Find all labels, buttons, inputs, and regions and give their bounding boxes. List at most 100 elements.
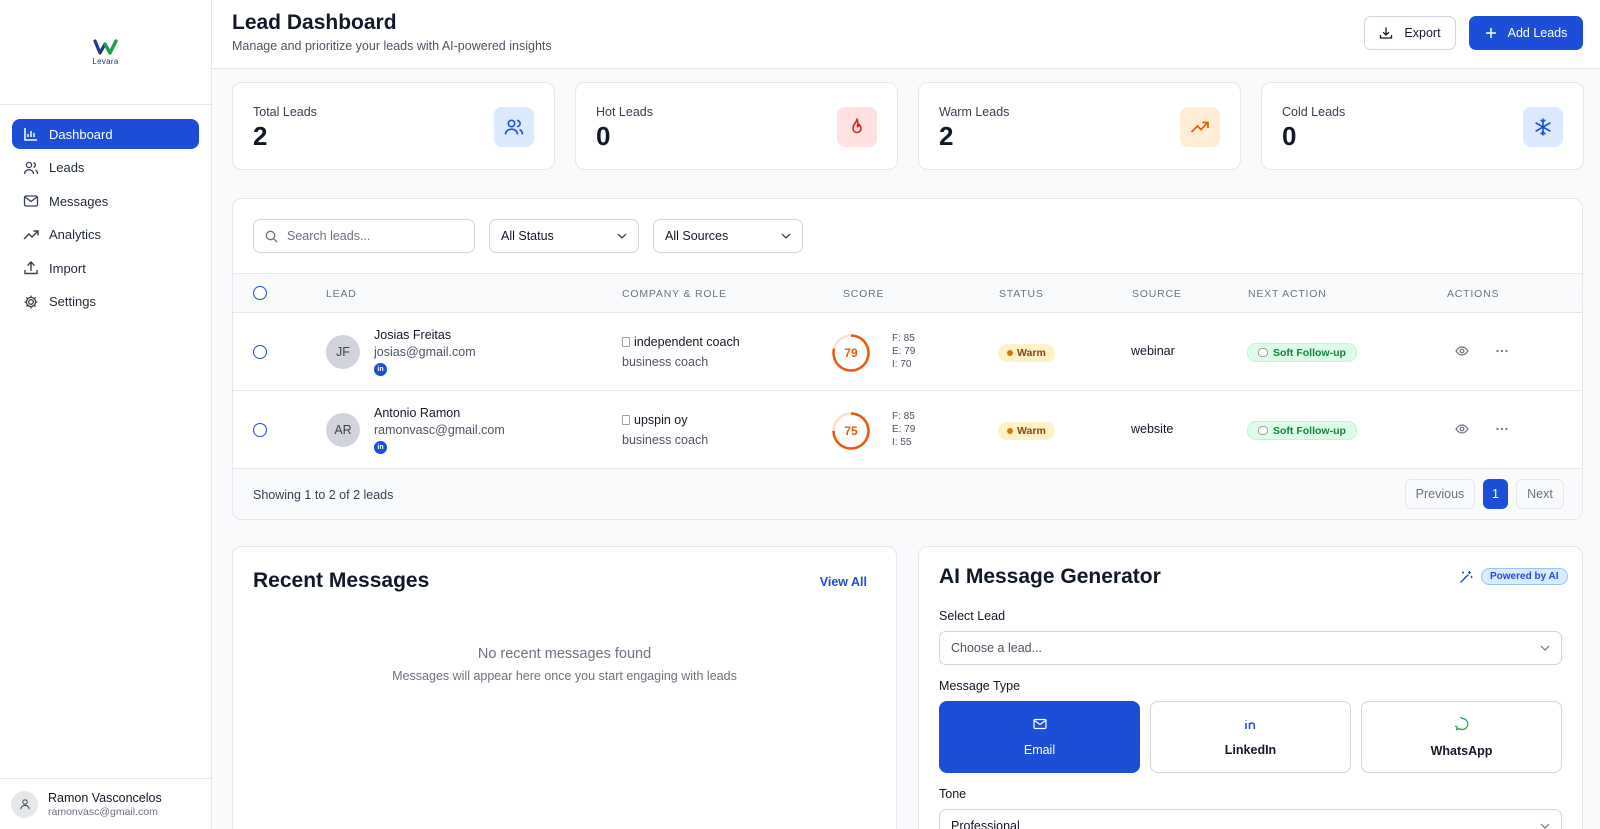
empty-state-subtitle: Messages will appear here once you start… — [392, 669, 737, 683]
chat-icon — [1454, 716, 1469, 731]
select-lead-label: Select Lead — [939, 609, 1006, 623]
table-row[interactable]: AR Antonio Ramon ramonvasc@gmail.com in … — [233, 391, 1582, 469]
logo-text: Levara — [92, 57, 119, 66]
view-eye-icon[interactable] — [1455, 344, 1469, 363]
message-type-whatsapp[interactable]: WhatsApp — [1361, 701, 1562, 773]
chevron-down-icon — [781, 233, 791, 239]
lead-source: website — [1131, 422, 1174, 436]
search-box[interactable] — [253, 219, 475, 253]
sidebar-item-import[interactable]: Import — [12, 253, 199, 283]
page-title: Lead Dashboard — [232, 11, 397, 34]
next-action-badge[interactable]: Soft Follow-up — [1247, 343, 1357, 362]
lead-email: ramonvasc@gmail.com — [374, 423, 505, 437]
message-type-label: Email — [1023, 742, 1056, 757]
stat-card-total: Total Leads 2 — [232, 82, 555, 170]
gear-icon — [23, 294, 39, 310]
next-action-badge[interactable]: Soft Follow-up — [1247, 421, 1357, 440]
plus-icon — [1485, 27, 1497, 39]
linkedin-icon — [1244, 718, 1258, 730]
recent-messages-card: Recent Messages View All No recent messa… — [232, 546, 897, 829]
engagement-score: E: 79 — [892, 346, 916, 357]
user-profile[interactable]: Ramon Vasconcelos ramonvasc@gmail.com — [0, 778, 211, 829]
users-icon — [494, 107, 534, 147]
source-filter-value: All Sources — [665, 229, 729, 243]
stat-card-hot: Hot Leads 0 — [575, 82, 898, 170]
select-all-checkbox[interactable] — [253, 286, 267, 300]
mail-icon — [1032, 718, 1047, 730]
bar-chart-icon — [23, 126, 39, 142]
select-lead-dropdown[interactable]: Choose a lead... — [939, 631, 1562, 665]
view-all-link[interactable]: View All — [820, 575, 867, 589]
export-button[interactable]: Export — [1364, 16, 1456, 50]
sidebar-item-label: Settings — [49, 294, 96, 309]
status-badge: Warm — [998, 344, 1055, 362]
source-filter[interactable]: All Sources — [653, 219, 803, 253]
search-icon — [265, 230, 278, 242]
sub-scores: F: 85 E: 79 I: 55 — [892, 410, 915, 449]
company-name: upspin oy — [634, 413, 688, 427]
linkedin-icon[interactable]: in — [374, 363, 387, 376]
table-row[interactable]: JF Josias Freitas josias@gmail.com in in… — [233, 313, 1582, 391]
lead-role: business coach — [622, 433, 709, 447]
user-email: ramonvasc@gmail.com — [48, 805, 158, 818]
row-checkbox[interactable] — [253, 345, 267, 359]
score-value: 79 — [844, 346, 858, 360]
previous-page-button[interactable]: Previous — [1405, 479, 1475, 509]
stat-label: Cold Leads — [1282, 105, 1346, 119]
building-icon — [622, 415, 630, 425]
lead-email: josias@gmail.com — [374, 345, 476, 359]
table-footer: Showing 1 to 2 of 2 leads Previous 1 Nex… — [233, 469, 1582, 519]
stat-label: Total Leads — [253, 105, 317, 119]
user-icon — [19, 799, 30, 810]
view-eye-icon[interactable] — [1455, 422, 1469, 441]
row-checkbox[interactable] — [253, 423, 267, 437]
users-icon — [23, 160, 39, 176]
search-input[interactable] — [287, 229, 457, 243]
sidebar-item-label: Dashboard — [49, 126, 113, 142]
lead-company: upspin oy — [622, 413, 688, 427]
logo-mark — [92, 39, 118, 55]
snowflake-icon — [1523, 107, 1563, 147]
mail-icon — [23, 193, 39, 209]
stat-card-warm: Warm Leads 2 — [918, 82, 1241, 170]
sidebar-item-messages[interactable]: Messages — [12, 186, 199, 216]
status-dot — [1007, 350, 1013, 356]
message-type-linkedin[interactable]: LinkedIn — [1150, 701, 1351, 773]
status-filter-value: All Status — [501, 229, 554, 243]
tone-dropdown[interactable]: Professional — [939, 809, 1562, 829]
company-name: independent coach — [634, 335, 740, 349]
leads-table-card: All Status All Sources LEAD COMPANY & RO… — [232, 198, 1583, 520]
next-page-button[interactable]: Next — [1516, 479, 1564, 509]
column-header-status: STATUS — [999, 288, 1044, 300]
sidebar-item-leads[interactable]: Leads — [12, 153, 199, 183]
sidebar-item-label: Analytics — [49, 227, 102, 242]
upload-icon — [23, 260, 39, 276]
status-filter[interactable]: All Status — [489, 219, 639, 253]
page-1-button[interactable]: 1 — [1483, 479, 1508, 509]
tone-value: Professional — [951, 819, 1020, 829]
more-options-icon[interactable] — [1495, 422, 1509, 441]
message-type-email[interactable]: Email — [939, 701, 1140, 773]
sidebar-item-settings[interactable]: Settings — [12, 287, 199, 317]
fit-score: F: 85 — [892, 411, 915, 422]
magic-wand-icon — [1459, 570, 1473, 589]
flame-icon — [837, 107, 877, 147]
sidebar-item-analytics[interactable]: Analytics — [12, 220, 199, 250]
add-leads-button[interactable]: Add Leads — [1469, 16, 1583, 50]
message-type-label: LinkedIn — [1224, 742, 1277, 757]
lead-name: Josias Freitas — [374, 328, 452, 342]
stat-card-cold: Cold Leads 0 — [1261, 82, 1584, 170]
column-header-score: SCORE — [843, 288, 885, 300]
stat-value: 2 — [939, 121, 954, 151]
engagement-score: E: 79 — [892, 424, 916, 435]
lead-name: Antonio Ramon — [374, 406, 461, 420]
add-leads-label: Add Leads — [1507, 26, 1568, 40]
logo: Levara — [0, 0, 211, 105]
lead-role: business coach — [622, 355, 709, 369]
more-options-icon[interactable] — [1495, 344, 1509, 363]
stat-value: 0 — [596, 121, 611, 151]
sidebar-item-dashboard[interactable]: Dashboard — [12, 119, 199, 149]
linkedin-icon[interactable]: in — [374, 441, 387, 454]
download-icon — [1379, 26, 1393, 40]
fit-score: F: 85 — [892, 333, 915, 344]
